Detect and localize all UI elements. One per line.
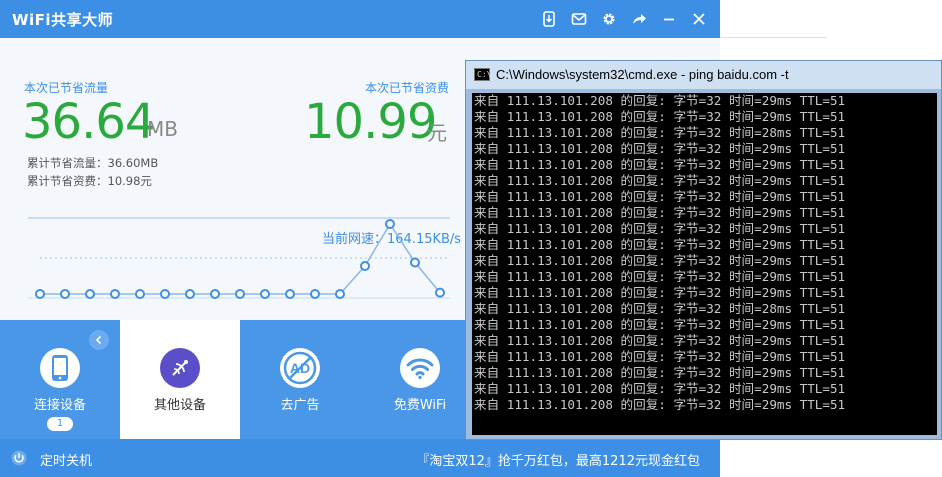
console-line: 来自 111.13.101.208 的回复: 字节=32 时间=28ms TTL… <box>474 125 846 140</box>
chart-point <box>285 289 295 299</box>
console-line: 来自 111.13.101.208 的回复: 字节=32 时间=29ms TTL… <box>474 269 846 284</box>
app-title: WiFi共享大师 <box>12 11 114 29</box>
cmd-icon: C:\ <box>474 68 491 81</box>
saved-cost-unit: 元 <box>427 121 447 145</box>
saved-cost-value: 10.99 <box>304 94 437 150</box>
console-line: 来自 111.13.101.208 的回复: 字节=32 时间=29ms TTL… <box>474 173 846 188</box>
chart-point <box>360 261 370 271</box>
mail-icon[interactable] <box>568 8 590 30</box>
console-line: 来自 111.13.101.208 的回复: 字节=32 时间=29ms TTL… <box>474 333 846 348</box>
close-icon[interactable] <box>688 8 710 30</box>
nav-other-devices[interactable]: 其他设备 <box>120 320 240 439</box>
scheduled-shutdown-link[interactable]: 定时关机 <box>40 450 92 469</box>
satellite-icon <box>160 348 200 388</box>
console-line: 来自 111.13.101.208 的回复: 字节=32 时间=29ms TTL… <box>474 253 846 268</box>
chart-point <box>235 289 245 299</box>
share-icon[interactable] <box>628 8 650 30</box>
console-line: 来自 111.13.101.208 的回复: 字节=32 时间=29ms TTL… <box>474 157 846 172</box>
console-line: 来自 111.13.101.208 的回复: 字节=32 时间=29ms TTL… <box>474 349 846 364</box>
chart-point <box>335 289 345 299</box>
power-icon[interactable] <box>11 450 27 466</box>
total-cost: 累计节省资费：10.98元 <box>27 174 152 188</box>
chart-point <box>60 289 70 299</box>
console-line: 来自 111.13.101.208 的回复: 字节=32 时间=29ms TTL… <box>474 381 846 396</box>
chart-point <box>310 289 320 299</box>
saved-traffic-unit: MB <box>147 117 178 141</box>
collapse-button[interactable] <box>89 330 109 350</box>
console-line: 来自 111.13.101.208 的回复: 字节=32 时间=29ms TTL… <box>474 285 846 300</box>
chart-point <box>110 289 120 299</box>
chevron-left-icon <box>95 335 102 345</box>
download-icon[interactable] <box>538 8 560 30</box>
nav-label-other-devices: 其他设备 <box>153 398 206 413</box>
nav-label-connected-devices: 连接设备 <box>33 398 86 413</box>
nav-free-wifi[interactable]: 免费WiFi <box>360 320 480 439</box>
chart-point <box>135 289 145 299</box>
chart-point <box>410 257 420 268</box>
chart-point <box>435 287 445 298</box>
cmd-window: C:\ C:\Windows\system32\cmd.exe - ping b… <box>465 60 942 440</box>
minimize-icon[interactable] <box>658 8 680 30</box>
console-line: 来自 111.13.101.208 的回复: 字节=32 时间=29ms TTL… <box>474 317 846 332</box>
console-line: 来自 111.13.101.208 的回复: 字节=32 时间=29ms TTL… <box>474 397 846 412</box>
wifi-icon <box>400 348 440 388</box>
saved-traffic-value: 36.64 <box>22 94 155 150</box>
app-footer: 定时关机 『淘宝双12』抢千万红包，最高1212元现金红包 <box>0 439 720 477</box>
cmd-title: C:\Windows\system32\cmd.exe - ping baidu… <box>496 67 789 82</box>
console-line: 来自 111.13.101.208 的回复: 字节=32 时间=28ms TTL… <box>474 301 846 316</box>
chart-point <box>210 289 220 299</box>
console-line: 来自 111.13.101.208 的回复: 字节=32 时间=29ms TTL… <box>474 205 846 220</box>
console-line: 来自 111.13.101.208 的回复: 字节=32 时间=29ms TTL… <box>474 141 846 156</box>
chart-point <box>85 289 95 299</box>
gear-icon[interactable] <box>598 8 620 30</box>
console-line: 来自 111.13.101.208 的回复: 字节=32 时间=29ms TTL… <box>474 237 846 252</box>
ad-block-icon: AD <box>280 348 320 388</box>
console-line: 来自 111.13.101.208 的回复: 字节=32 时间=29ms TTL… <box>474 109 846 124</box>
app-titlebar: WiFi共享大师 <box>0 0 720 38</box>
speed-chart <box>28 217 450 299</box>
console-line: 来自 111.13.101.208 的回复: 字节=32 时间=29ms TTL… <box>474 93 846 108</box>
nav-label-free-wifi: 免费WiFi <box>393 398 447 413</box>
console-line: 来自 111.13.101.208 的回复: 字节=32 时间=29ms TTL… <box>474 221 846 236</box>
nav-label-ad-block: 去广告 <box>280 398 320 413</box>
chart-point <box>385 219 395 229</box>
chart-point <box>260 289 270 299</box>
cmd-titlebar[interactable]: C:\ C:\Windows\system32\cmd.exe - ping b… <box>466 61 941 89</box>
series-line <box>40 222 441 295</box>
chart-point <box>35 289 45 299</box>
device-count-badge: 1 <box>47 417 73 431</box>
promo-link[interactable]: 『淘宝双12』抢千万红包，最高1212元现金红包 <box>416 450 700 469</box>
chart-point <box>160 289 170 299</box>
phone-icon <box>40 348 80 388</box>
nav-ad-block[interactable]: AD 去广告 <box>240 320 360 439</box>
chart-point <box>185 289 195 299</box>
console-output[interactable]: 来自 111.13.101.208 的回复: 字节=32 时间=29ms TTL… <box>472 93 937 435</box>
total-traffic: 累计节省流量：36.60MB <box>27 156 159 170</box>
console-line: 来自 111.13.101.208 的回复: 字节=32 时间=29ms TTL… <box>474 365 846 380</box>
console-line: 来自 111.13.101.208 的回复: 字节=32 时间=29ms TTL… <box>474 189 846 204</box>
